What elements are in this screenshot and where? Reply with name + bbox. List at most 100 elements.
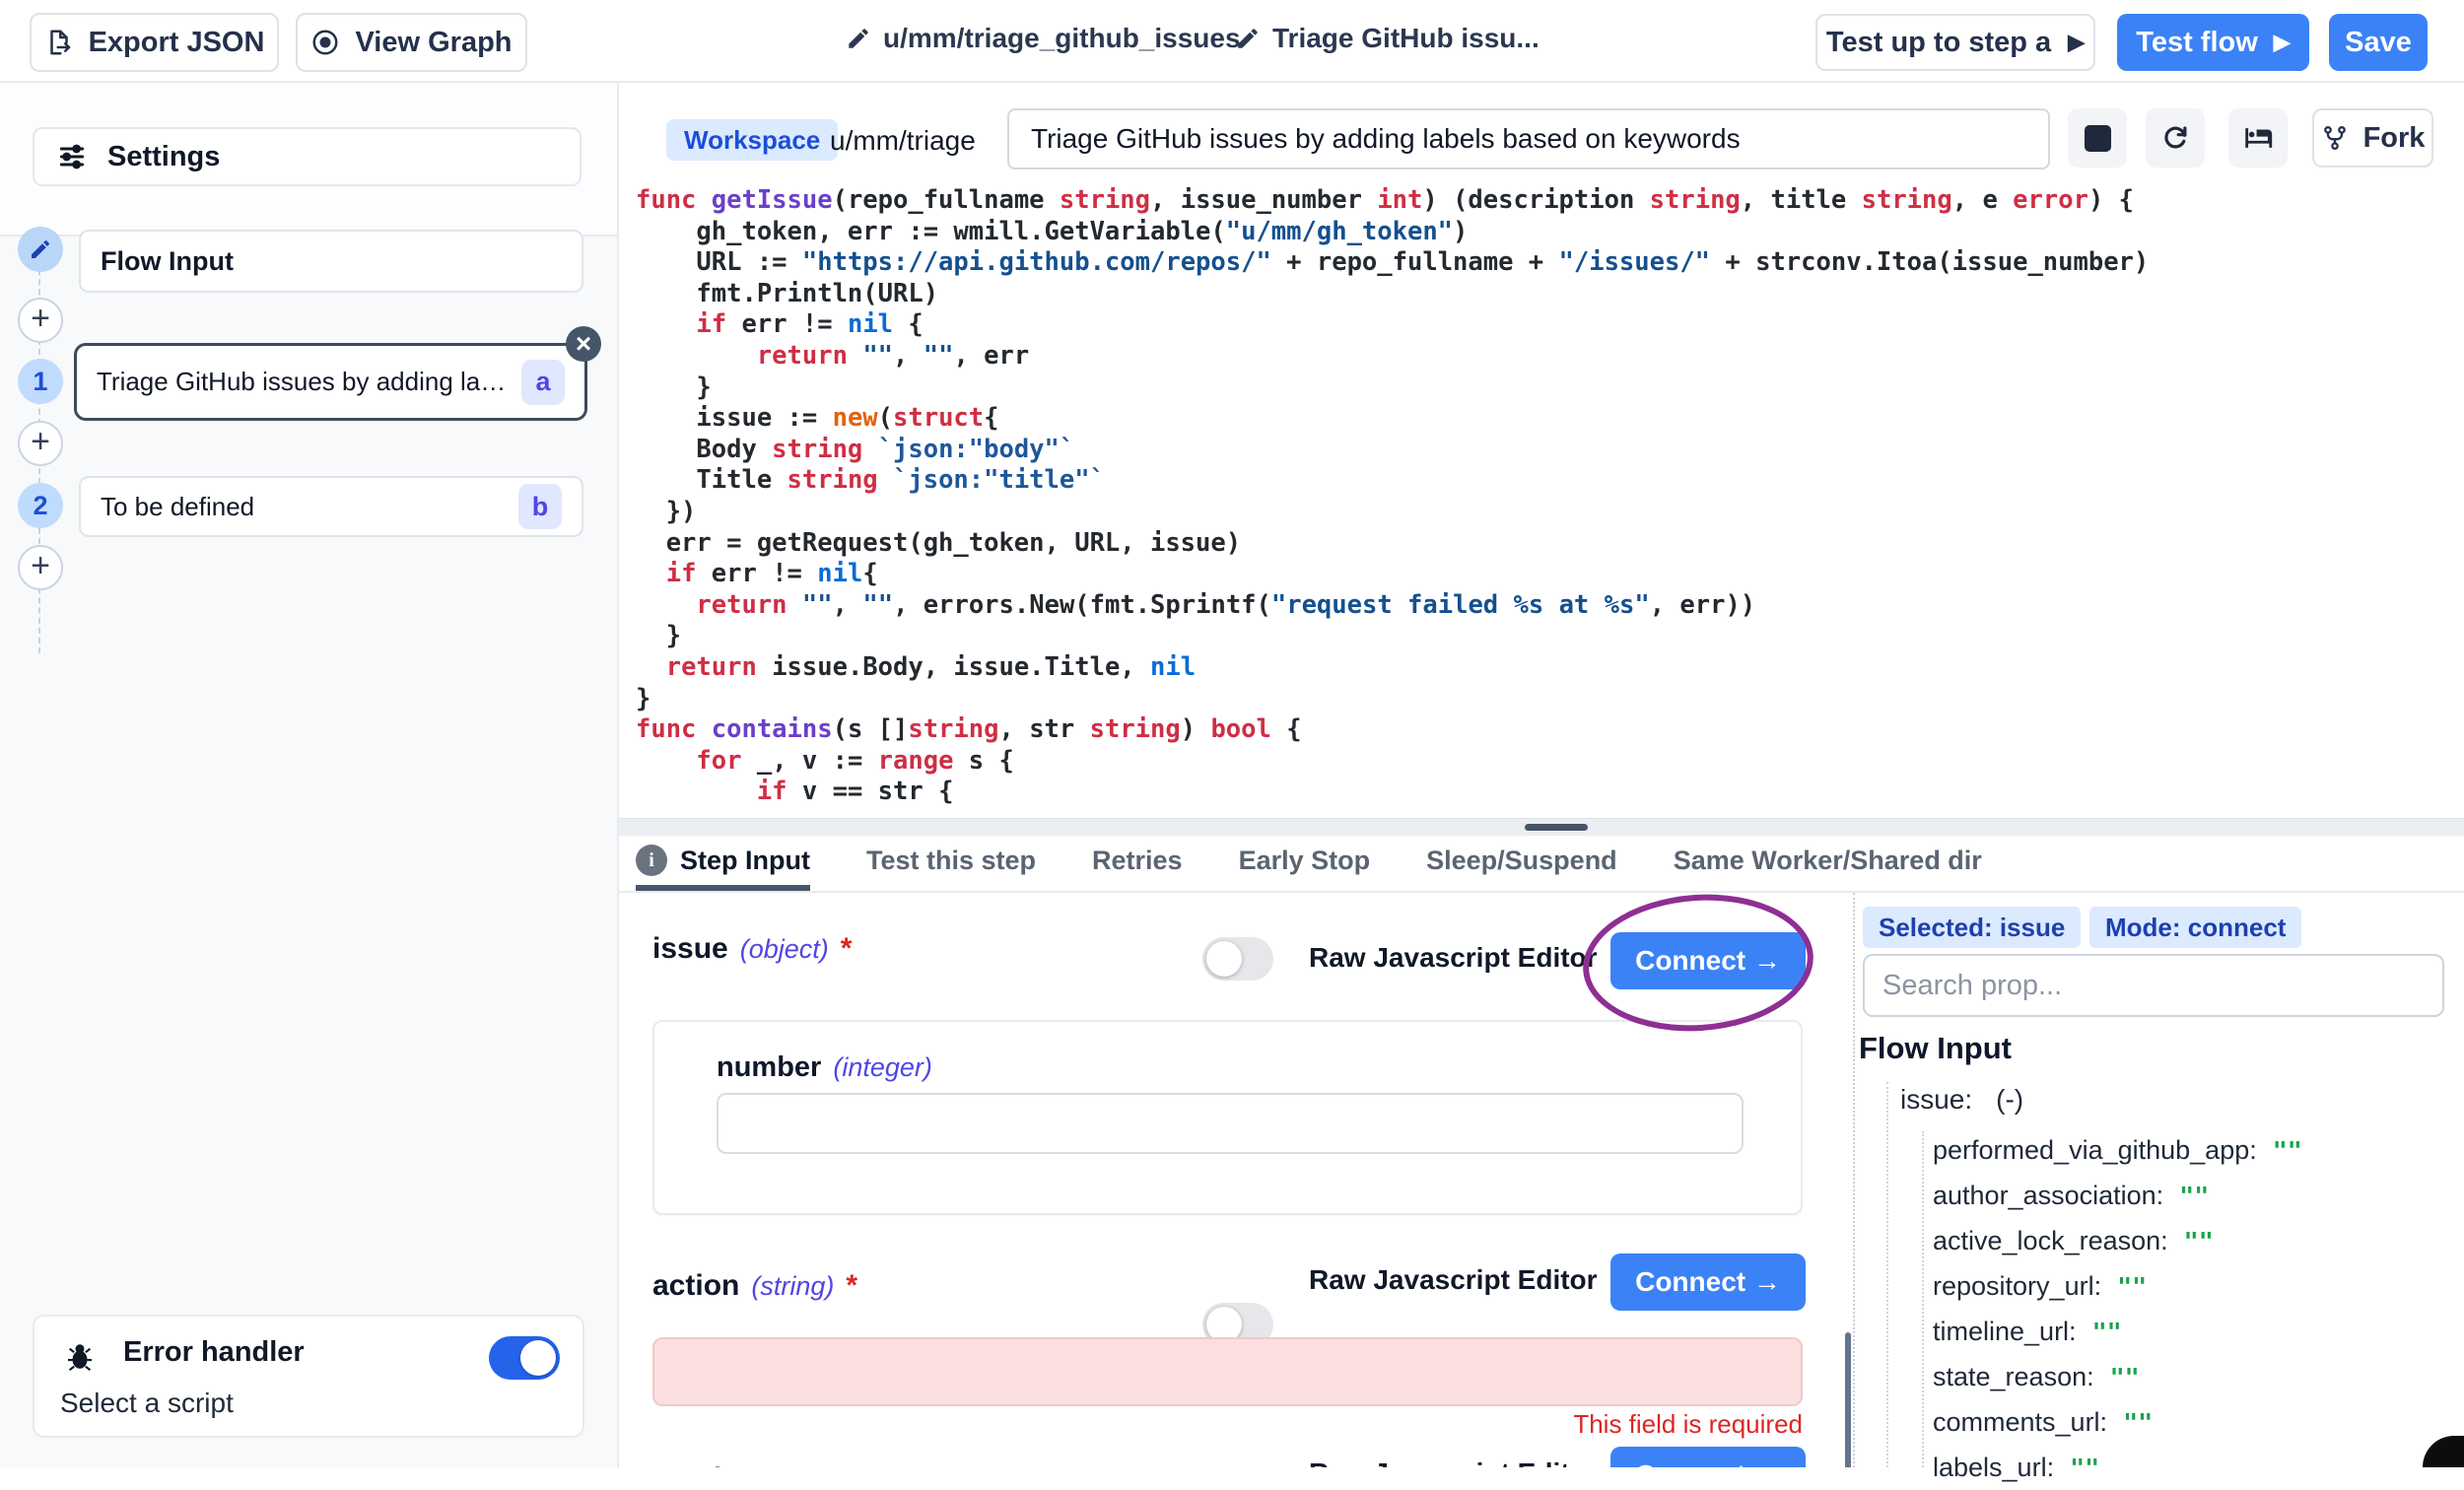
tab-sleep-suspend[interactable]: Sleep/Suspend: [1426, 836, 1617, 891]
tab-retries[interactable]: Retries: [1092, 836, 1183, 891]
error-handler-card: Error handler Select a script: [33, 1315, 584, 1438]
step-1-number: 1: [18, 359, 63, 404]
error-handler-select-script[interactable]: Select a script: [60, 1388, 234, 1419]
tree-value: "": [2070, 1454, 2099, 1482]
workspace-badge: Workspace: [666, 119, 838, 161]
view-graph-button[interactable]: View Graph: [296, 13, 527, 72]
flow-input-heading: Flow Input: [1859, 1031, 2012, 1066]
add-step-button-2[interactable]: [18, 421, 63, 466]
tab-step-input[interactable]: Step Input: [636, 836, 810, 891]
flow-path-breadcrumb[interactable]: u/mm/triage_github_issues: [846, 23, 1241, 54]
tree-key: author_association:: [1933, 1181, 2163, 1211]
code-line: }: [636, 621, 2464, 652]
sliders-icon: [56, 141, 88, 172]
tree-prop-list: performed_via_github_app:""author_associ…: [1933, 1127, 2464, 1490]
code-line: gh_token, err := wmill.GetVariable("u/mm…: [636, 217, 2464, 248]
add-step-button-3[interactable]: [18, 545, 63, 590]
issue-raw-js-toggle[interactable]: [1202, 937, 1273, 981]
stop-button[interactable]: [2068, 108, 2127, 168]
tree-prop-timeline_url[interactable]: timeline_url: "": [1933, 1309, 2464, 1354]
tab-label: Step Input: [680, 846, 810, 876]
issue-object-card: number (integer): [652, 1020, 1803, 1215]
test-up-to-step-button[interactable]: Test up to step a: [1815, 14, 2095, 71]
add-step-button-1[interactable]: [18, 298, 63, 343]
tree-prop-active_lock_reason[interactable]: active_lock_reason: "": [1933, 1218, 2464, 1263]
flow-summary-label: Triage GitHub issu...: [1272, 23, 1540, 54]
step-2-number-label: 2: [33, 491, 47, 521]
tab-label: Retries: [1092, 846, 1183, 876]
sidebar-settings-section: Settings: [0, 83, 617, 237]
field-number-label: number (integer): [717, 1051, 932, 1084]
summary-input[interactable]: [1007, 108, 2050, 169]
tree-value: "": [2123, 1408, 2153, 1437]
tree-key: timeline_url:: [1933, 1317, 2077, 1347]
step-input-form: issue (object) * Raw Javascript Editor C…: [619, 893, 1853, 1467]
view-graph-label: View Graph: [355, 27, 512, 59]
stop-icon: [2085, 125, 2111, 152]
tree-root-issue[interactable]: issue: (-): [1900, 1084, 2023, 1116]
required-asterisk: *: [861, 1462, 873, 1467]
tab-test-this-step[interactable]: Test this step: [866, 836, 1036, 891]
error-handler-toggle[interactable]: [489, 1336, 560, 1380]
test-up-to-step-label: Test up to step a: [1826, 27, 2051, 59]
flow-input-node-icon[interactable]: [18, 227, 63, 272]
issue-connect-button[interactable]: Connect →: [1610, 932, 1806, 989]
flow-path-label: u/mm/triage_github_issues: [883, 23, 1241, 54]
flow-input-node[interactable]: Flow Input: [79, 230, 583, 293]
code-line: Body string `json:"body"`: [636, 435, 2464, 466]
field-sender-label: sender (object) *: [652, 1462, 873, 1467]
code-editor[interactable]: func getIssue(repo_fullname string, issu…: [619, 177, 2464, 818]
reload-button[interactable]: [2146, 108, 2205, 168]
tree-indent-guide: [1886, 1082, 1888, 1467]
tree-key: performed_via_github_app:: [1933, 1135, 2257, 1166]
tab-label: Sleep/Suspend: [1426, 846, 1617, 876]
step-2-node[interactable]: To be defined b: [79, 476, 583, 537]
test-flow-button[interactable]: Test flow: [2117, 14, 2309, 71]
action-input-invalid[interactable]: [652, 1337, 1803, 1406]
connect-panel: Selected: issue Mode: connect Flow Input…: [1853, 893, 2464, 1467]
tab-label: Test this step: [866, 846, 1036, 876]
script-path[interactable]: u/mm/triage: [830, 125, 976, 157]
tree-prop-labels_url[interactable]: labels_url:"": [1933, 1445, 2464, 1490]
code-line: func getIssue(repo_fullname string, issu…: [636, 185, 2464, 217]
code-content: func getIssue(repo_fullname string, issu…: [619, 177, 2464, 808]
flow-sidebar: Settings Flow Input 1 Triage GitHub issu…: [0, 83, 619, 1467]
tab-same-worker-shared-dir[interactable]: Same Worker/Shared dir: [1674, 836, 1982, 891]
action-connect-button[interactable]: Connect →: [1610, 1253, 1806, 1311]
tree-key: active_lock_reason:: [1933, 1226, 2168, 1256]
flow-summary-breadcrumb[interactable]: Triage GitHub issu...: [1235, 23, 1540, 54]
tree-value: "": [2179, 1182, 2209, 1210]
required-asterisk: *: [841, 932, 853, 966]
vertical-scrollbar-thumb[interactable]: [1845, 1332, 1851, 1467]
tree-prop-state_reason[interactable]: state_reason:"": [1933, 1354, 2464, 1399]
step-2-label: To be defined: [101, 492, 505, 522]
settings-button[interactable]: Settings: [33, 127, 582, 186]
tree-key: state_reason:: [1933, 1362, 2094, 1392]
remove-step-1-button[interactable]: [566, 326, 601, 362]
horizontal-scrollbar-thumb[interactable]: [1525, 824, 1588, 831]
tree-prop-author_association[interactable]: author_association: "": [1933, 1173, 2464, 1218]
workspace-badge-label: Workspace: [684, 125, 820, 156]
tree-key: repository_url:: [1933, 1271, 2101, 1302]
tab-early-stop[interactable]: Early Stop: [1239, 836, 1371, 891]
search-prop-input[interactable]: [1863, 954, 2444, 1017]
tree-prop-performed_via_github_app[interactable]: performed_via_github_app:"": [1933, 1127, 2464, 1173]
tree-prop-repository_url[interactable]: repository_url:"": [1933, 1263, 2464, 1309]
code-line: return "", "", err: [636, 341, 2464, 372]
export-json-button[interactable]: Export JSON: [30, 13, 279, 72]
code-line: func contains(s []string, str string) bo…: [636, 714, 2464, 746]
issue-raw-js-label: Raw Javascript Editor: [1309, 942, 1598, 974]
connect-label: Connect →: [1635, 1266, 1781, 1298]
field-name: action: [652, 1269, 739, 1303]
sleep-button[interactable]: [2228, 108, 2288, 168]
fork-button[interactable]: Fork: [2312, 108, 2433, 168]
save-button[interactable]: Save: [2329, 14, 2428, 71]
tree-value: "": [2184, 1227, 2214, 1255]
code-line: for _, v := range s {: [636, 746, 2464, 778]
code-line: if v == str {: [636, 777, 2464, 808]
step-1-node-selected[interactable]: Triage GitHub issues by adding labels ..…: [74, 343, 587, 421]
sender-connect-button[interactable]: Connect →: [1610, 1447, 1806, 1467]
number-input[interactable]: [717, 1093, 1744, 1154]
tree-prop-comments_url[interactable]: comments_url:"": [1933, 1399, 2464, 1445]
tree-value: "": [2092, 1318, 2122, 1346]
